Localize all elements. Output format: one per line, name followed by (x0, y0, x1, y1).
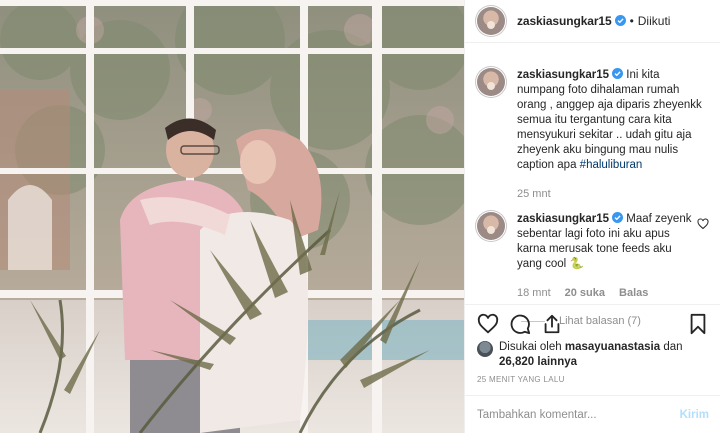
share-icon[interactable] (541, 313, 563, 335)
author-username[interactable]: zaskiasungkar15 (517, 14, 626, 28)
likes-suffix[interactable]: lainnya (537, 356, 577, 368)
verified-badge-icon (612, 68, 624, 79)
heart-icon[interactable] (477, 313, 499, 335)
caption-time[interactable]: 25 mnt (517, 187, 551, 202)
follow-status-button[interactable]: Diikuti (638, 14, 671, 28)
comment-emoji: 🐍 (569, 258, 584, 270)
header-separator-dot: • (629, 14, 634, 28)
reply-comment: zaskiasungkar15 Maaf zeyenk sebentar lag… (465, 202, 720, 301)
comment-author-avatar[interactable] (477, 212, 505, 240)
likes-count[interactable]: 26,820 (499, 356, 534, 368)
likes-summary: Disukai oleh masayuanastasia dan 26,820 … (477, 340, 713, 370)
comment-likes[interactable]: 20 suka (565, 286, 605, 301)
action-bar (465, 304, 720, 342)
verified-badge-icon (614, 15, 626, 26)
post-header: zaskiasungkar15 • Diikuti (465, 0, 720, 43)
liker-username[interactable]: masayuanastasia (565, 341, 660, 353)
liker-avatar[interactable] (477, 341, 493, 357)
caption-author-avatar[interactable] (477, 68, 505, 96)
author-username-text[interactable]: zaskiasungkar15 (517, 14, 612, 28)
comment-composer: Tambahkan komentar... Kirim (465, 395, 720, 433)
comments-list: zaskiasungkar15 Ini kita numpang foto di… (465, 58, 720, 327)
send-comment-button[interactable]: Kirim (680, 409, 709, 421)
post-timestamp[interactable]: 25 MENIT YANG LALU (477, 375, 565, 384)
verified-badge-icon (612, 212, 624, 223)
caption-text: Ini kita numpang foto dihalaman rumah or… (517, 69, 702, 171)
comment-reply-button[interactable]: Balas (619, 286, 648, 301)
post-photo[interactable] (0, 0, 464, 433)
bookmark-icon[interactable] (687, 313, 709, 335)
comment-icon[interactable] (509, 313, 531, 335)
comment-username[interactable]: zaskiasungkar15 (517, 213, 609, 225)
comment-time[interactable]: 18 mnt (517, 286, 551, 301)
author-avatar[interactable] (477, 7, 505, 35)
comment-like-heart-icon[interactable] (697, 218, 709, 230)
comment-input[interactable]: Tambahkan komentar... (477, 409, 680, 421)
post-photo-illustration (0, 0, 464, 433)
post-detail-panel: zaskiasungkar15 • Diikuti zaskiasungkar1… (464, 0, 720, 433)
caption-username[interactable]: zaskiasungkar15 (517, 69, 609, 81)
caption-hashtag[interactable]: #haluliburan (580, 159, 643, 171)
likes-joiner: dan (663, 341, 683, 353)
caption-comment: zaskiasungkar15 Ini kita numpang foto di… (465, 58, 720, 202)
likes-prefix: Disukai oleh (499, 341, 562, 353)
